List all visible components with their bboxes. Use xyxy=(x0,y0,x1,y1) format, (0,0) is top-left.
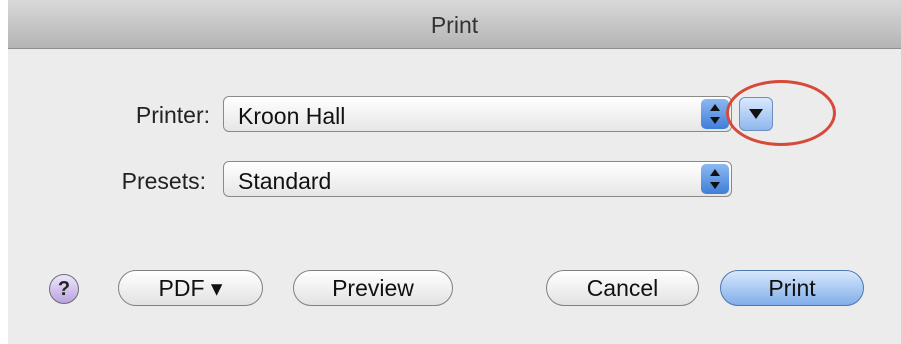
printer-popup[interactable]: Kroon Hall xyxy=(223,96,732,132)
title-bar: Print xyxy=(8,0,901,49)
print-dialog: Print Printer: Kroon Hall Presets: Stand… xyxy=(8,0,901,344)
updown-arrows-icon xyxy=(701,164,729,194)
updown-arrows-icon xyxy=(701,99,729,129)
cancel-button[interactable]: Cancel xyxy=(546,270,699,306)
callout-circle xyxy=(726,80,836,146)
preview-button[interactable]: Preview xyxy=(293,270,453,306)
pdf-button[interactable]: PDF ▾ xyxy=(118,270,263,306)
presets-value: Standard xyxy=(238,168,332,194)
print-button[interactable]: Print xyxy=(720,270,864,306)
help-button[interactable]: ? xyxy=(49,274,79,304)
presets-popup[interactable]: Standard xyxy=(223,161,732,197)
window-title: Print xyxy=(430,12,479,38)
printer-value: Kroon Hall xyxy=(238,103,346,129)
printer-label: Printer: xyxy=(135,102,210,128)
presets-label: Presets: xyxy=(121,168,206,194)
